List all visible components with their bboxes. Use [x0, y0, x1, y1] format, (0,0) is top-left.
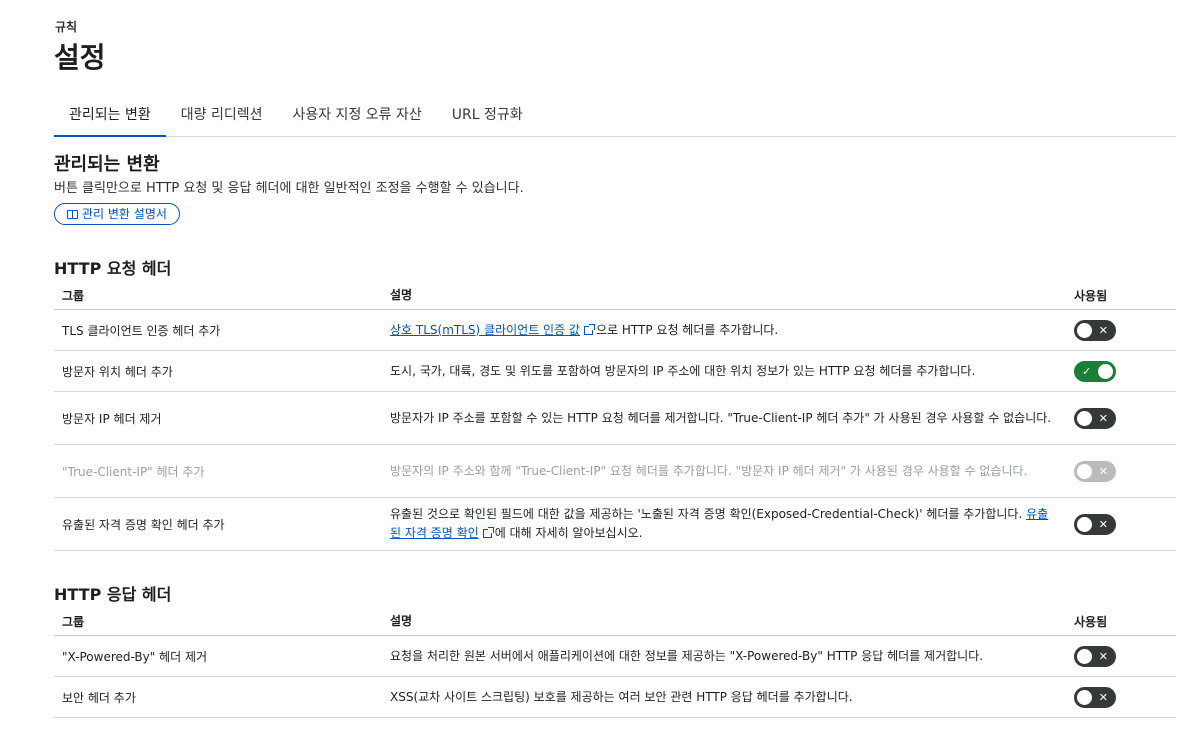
row-description: 방문자의 IP 주소와 함께 "True-Client-IP" 요청 헤더를 추… [390, 463, 1028, 478]
x-icon: ✕ [1098, 690, 1108, 704]
x-icon: ✕ [1098, 649, 1108, 663]
row-description: 유출된 것으로 확인된 필드에 대한 값을 제공하는 '노출된 자격 증명 확인… [390, 507, 1049, 540]
table-row: "True-Client-IP" 헤더 추가 방문자의 IP 주소와 함께 "T… [54, 445, 1176, 498]
col-group: 그룹 [62, 615, 85, 629]
toggle-switch[interactable]: ✕ [1074, 645, 1116, 667]
col-enabled: 사용됨 [1074, 615, 1108, 629]
section-description: 버튼 클릭만으로 HTTP 요청 및 응답 헤더에 대한 일반적인 조정을 수행… [54, 181, 524, 196]
row-group: "X-Powered-By" 헤더 제거 [62, 649, 208, 664]
row-group: 방문자 위치 헤더 추가 [62, 364, 173, 379]
col-enabled: 사용됨 [1074, 289, 1108, 303]
col-description: 설명 [390, 288, 413, 302]
docs-button[interactable]: 관리 변환 설명서 [54, 203, 180, 225]
toggle-switch: ✕ [1074, 460, 1116, 482]
toggle-switch[interactable]: ✕ [1074, 513, 1116, 535]
x-icon: ✕ [1098, 323, 1108, 337]
toggle-switch[interactable]: ✕ [1074, 407, 1116, 429]
toggle-switch[interactable]: ✕ [1074, 319, 1116, 341]
row-group: 방문자 IP 헤더 제거 [62, 411, 162, 426]
section-title: 관리되는 변환 [54, 154, 160, 175]
tab-url-normalization[interactable]: URL 정규화 [437, 102, 538, 137]
tab-custom-error-assets[interactable]: 사용자 지정 오류 자산 [277, 102, 436, 137]
table-header: 그룹 설명 사용됨 [54, 608, 1176, 636]
table-row: 보안 헤더 추가 XSS(교차 사이트 스크립팅) 보호를 제공하는 여러 보안… [54, 677, 1176, 718]
row-description: 도시, 국가, 대륙, 경도 및 위도를 포함하여 방문자의 IP 주소에 대한… [390, 363, 976, 378]
table-row: TLS 클라이언트 인증 헤더 추가 상호 TLS(mTLS) 클라이언트 인증… [54, 310, 1176, 351]
row-description: 상호 TLS(mTLS) 클라이언트 인증 값 으로 HTTP 요청 헤더를 추가… [390, 322, 779, 337]
col-description: 설명 [390, 614, 413, 628]
toggle-switch[interactable]: ✓ [1074, 360, 1116, 382]
request-headers-title: HTTP 요청 헤더 [54, 259, 172, 278]
breadcrumb: 규칙 [55, 20, 78, 34]
row-description: XSS(교차 사이트 스크립팅) 보호를 제공하는 여러 보안 관련 HTTP … [390, 689, 853, 704]
book-icon [67, 209, 78, 219]
row-group: TLS 클라이언트 인증 헤더 추가 [62, 323, 221, 338]
col-group: 그룹 [62, 289, 85, 303]
x-icon: ✕ [1098, 517, 1108, 531]
external-link-icon [482, 527, 494, 538]
request-headers-table: 그룹 설명 사용됨 TLS 클라이언트 인증 헤더 추가 상호 TLS(mTLS… [54, 282, 1176, 551]
row-group: "True-Client-IP" 헤더 추가 [62, 464, 205, 479]
external-link-icon [583, 323, 595, 335]
response-headers-title: HTTP 응답 헤더 [54, 585, 172, 604]
row-group: 유출된 자격 증명 확인 헤더 추가 [62, 517, 225, 532]
check-icon: ✓ [1082, 364, 1092, 378]
mtls-link[interactable]: 상호 TLS(mTLS) 클라이언트 인증 값 [390, 323, 580, 337]
tab-bar: 관리되는 변환 대량 리디렉션 사용자 지정 오류 자산 URL 정규화 [54, 102, 1176, 137]
table-row: 방문자 IP 헤더 제거 방문자가 IP 주소를 포함할 수 있는 HTTP 요… [54, 392, 1176, 445]
table-row: 방문자 위치 헤더 추가 도시, 국가, 대륙, 경도 및 위도를 포함하여 방… [54, 351, 1176, 392]
table-row: "X-Powered-By" 헤더 제거 요청을 처리한 원본 서버에서 애플리… [54, 636, 1176, 677]
row-group: 보안 헤더 추가 [62, 690, 136, 705]
tab-managed-transforms[interactable]: 관리되는 변환 [54, 102, 166, 137]
row-description: 요청을 처리한 원본 서버에서 애플리케이션에 대한 정보를 제공하는 "X-P… [390, 648, 984, 663]
page-title: 설정 [54, 41, 106, 74]
toggle-switch[interactable]: ✕ [1074, 686, 1116, 708]
row-description: 방문자가 IP 주소를 포함할 수 있는 HTTP 요청 헤더를 제거합니다. … [390, 410, 1052, 425]
x-icon: ✕ [1098, 411, 1108, 425]
docs-button-label: 관리 변환 설명서 [82, 207, 167, 221]
tab-bulk-redirects[interactable]: 대량 리디렉션 [166, 102, 278, 137]
table-header: 그룹 설명 사용됨 [54, 282, 1176, 310]
response-headers-table: 그룹 설명 사용됨 "X-Powered-By" 헤더 제거 요청을 처리한 원… [54, 608, 1176, 718]
x-icon: ✕ [1098, 464, 1108, 478]
table-row: 유출된 자격 증명 확인 헤더 추가 유출된 것으로 확인된 필드에 대한 값을… [54, 498, 1176, 551]
